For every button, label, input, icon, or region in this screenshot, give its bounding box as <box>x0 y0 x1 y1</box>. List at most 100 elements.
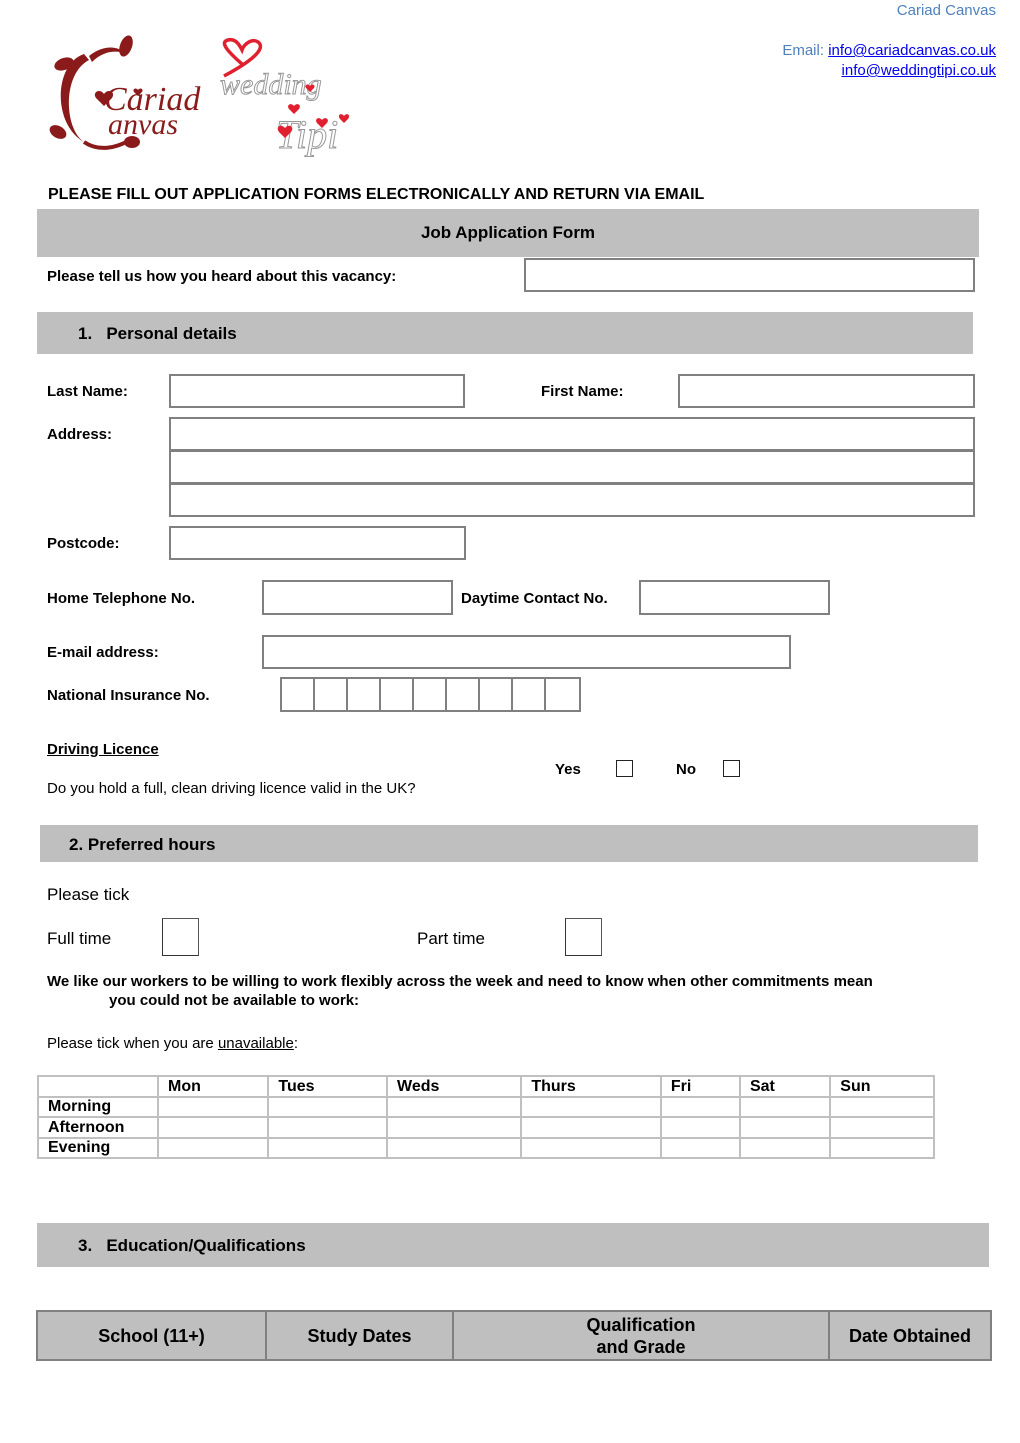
availability-cell[interactable] <box>385 1095 523 1118</box>
education-table: School (11+) Study Dates Qualification a… <box>36 1310 992 1361</box>
daytime-phone-input[interactable] <box>641 582 828 613</box>
availability-cell[interactable] <box>738 1136 832 1159</box>
unavailable-instruction: Please tick when you are unavailable: <box>47 1035 298 1052</box>
availability-cell[interactable] <box>267 1116 388 1139</box>
ni-cell[interactable] <box>348 679 381 710</box>
availability-cell[interactable] <box>385 1116 523 1139</box>
ni-cell[interactable] <box>513 679 546 710</box>
ni-number-boxes <box>280 677 581 712</box>
postcode-label: Postcode: <box>47 535 120 552</box>
availability-cell[interactable] <box>156 1116 270 1139</box>
licence-yes-checkbox[interactable] <box>616 760 633 777</box>
address-line-1-input[interactable] <box>171 419 973 449</box>
availability-cell[interactable] <box>520 1136 662 1159</box>
availability-cell[interactable] <box>829 1095 935 1118</box>
availability-cell[interactable] <box>267 1095 388 1118</box>
ni-cell[interactable] <box>381 679 414 710</box>
col-header-date-obtained: Date Obtained <box>828 1310 992 1361</box>
address-line-1-field[interactable] <box>169 417 975 451</box>
logo-text-wedding: wedding <box>220 68 322 101</box>
company-name: Cariad Canvas <box>896 2 996 19</box>
row-header-morning: Morning <box>37 1095 159 1118</box>
licence-yes-label: Yes <box>555 761 581 778</box>
availability-cell[interactable] <box>520 1116 662 1139</box>
address-line-3-input[interactable] <box>171 485 973 515</box>
day-header-tues: Tues <box>267 1075 388 1098</box>
availability-cell[interactable] <box>385 1136 523 1159</box>
cariad-canvas-logo: Cariad anvas <box>49 35 201 150</box>
day-header-weds: Weds <box>385 1075 523 1098</box>
instruction-text: PLEASE FILL OUT APPLICATION FORMS ELECTR… <box>48 186 705 203</box>
section-personal-details-band: 1. Personal details <box>37 312 973 354</box>
postcode-input[interactable] <box>171 528 464 558</box>
last-name-label: Last Name: <box>47 383 128 400</box>
availability-cell[interactable] <box>829 1136 935 1159</box>
availability-cell[interactable] <box>520 1095 662 1118</box>
daytime-phone-label: Daytime Contact No. <box>461 590 608 607</box>
vacancy-field[interactable] <box>524 258 975 292</box>
email-address-field[interactable] <box>262 635 791 669</box>
availability-cell[interactable] <box>156 1136 270 1159</box>
address-label: Address: <box>47 426 113 443</box>
section-preferred-hours-title: 2. Preferred hours <box>69 835 216 854</box>
ni-cell[interactable] <box>282 679 315 710</box>
last-name-input[interactable] <box>171 376 463 406</box>
availability-table: Mon Tues Weds Thurs Fri Sat Sun Morning … <box>37 1075 935 1159</box>
address-line-2-input[interactable] <box>171 452 973 482</box>
availability-cell[interactable] <box>829 1116 935 1139</box>
availability-cell[interactable] <box>659 1136 741 1159</box>
ni-cell[interactable] <box>414 679 447 710</box>
ni-cell[interactable] <box>480 679 513 710</box>
daytime-phone-field[interactable] <box>639 580 830 615</box>
day-header-sat: Sat <box>738 1075 832 1098</box>
full-time-checkbox[interactable] <box>162 918 199 956</box>
form-title-band: Job Application Form <box>37 209 979 257</box>
availability-cell[interactable] <box>659 1116 741 1139</box>
availability-cell[interactable] <box>738 1095 832 1118</box>
home-phone-label: Home Telephone No. <box>47 590 196 607</box>
email-link-cariadcanvas[interactable]: info@cariadcanvas.co.uk <box>828 42 996 59</box>
full-time-label: Full time <box>47 929 112 948</box>
row-header-afternoon: Afternoon <box>37 1116 159 1139</box>
home-phone-input[interactable] <box>264 582 451 613</box>
email-link-weddingtipi[interactable]: info@weddingtipi.co.uk <box>842 62 996 79</box>
availability-cell[interactable] <box>156 1095 270 1118</box>
logo-text-canvas: anvas <box>108 108 178 141</box>
address-line-2-field[interactable] <box>169 450 975 484</box>
col-header-qualification-line1: Qualification <box>586 1314 696 1335</box>
first-name-label: First Name: <box>541 383 624 400</box>
flexibility-note-line-1: We like our workers to be willing to wor… <box>47 973 873 990</box>
vacancy-input[interactable] <box>526 260 973 290</box>
part-time-checkbox[interactable] <box>565 918 602 956</box>
section-preferred-hours-band: 2. Preferred hours <box>40 825 978 862</box>
unavailable-suffix: : <box>293 1035 299 1052</box>
day-header-fri: Fri <box>659 1075 741 1098</box>
email-address-input[interactable] <box>264 637 789 667</box>
last-name-field[interactable] <box>169 374 465 408</box>
availability-cell[interactable] <box>738 1116 832 1139</box>
postcode-field[interactable] <box>169 526 466 560</box>
first-name-field[interactable] <box>678 374 975 408</box>
ni-cell[interactable] <box>447 679 480 710</box>
ni-number-label: National Insurance No. <box>47 687 210 704</box>
ni-cell[interactable] <box>315 679 348 710</box>
driving-licence-question: Do you hold a full, clean driving licenc… <box>47 780 416 797</box>
first-name-input[interactable] <box>680 376 973 406</box>
day-header-sun: Sun <box>829 1075 935 1098</box>
wedding-tipi-logo: wedding Tipi <box>220 37 350 158</box>
licence-no-checkbox[interactable] <box>723 760 740 777</box>
licence-no-label: No <box>676 761 696 778</box>
email-label: Email: <box>782 42 825 59</box>
unavailable-word: unavailable <box>217 1035 294 1052</box>
table-row: Afternoon <box>37 1116 935 1139</box>
please-tick-text: Please tick <box>47 885 130 904</box>
table-row: Evening <box>37 1136 935 1159</box>
address-line-3-field[interactable] <box>169 483 975 517</box>
availability-cell[interactable] <box>659 1095 741 1118</box>
driving-licence-heading: Driving Licence <box>47 741 159 758</box>
flexibility-note-line-2: you could not be available to work: <box>109 992 360 1009</box>
email-address-label: E-mail address: <box>47 644 159 661</box>
availability-cell[interactable] <box>267 1136 388 1159</box>
home-phone-field[interactable] <box>262 580 453 615</box>
ni-cell[interactable] <box>546 679 579 710</box>
